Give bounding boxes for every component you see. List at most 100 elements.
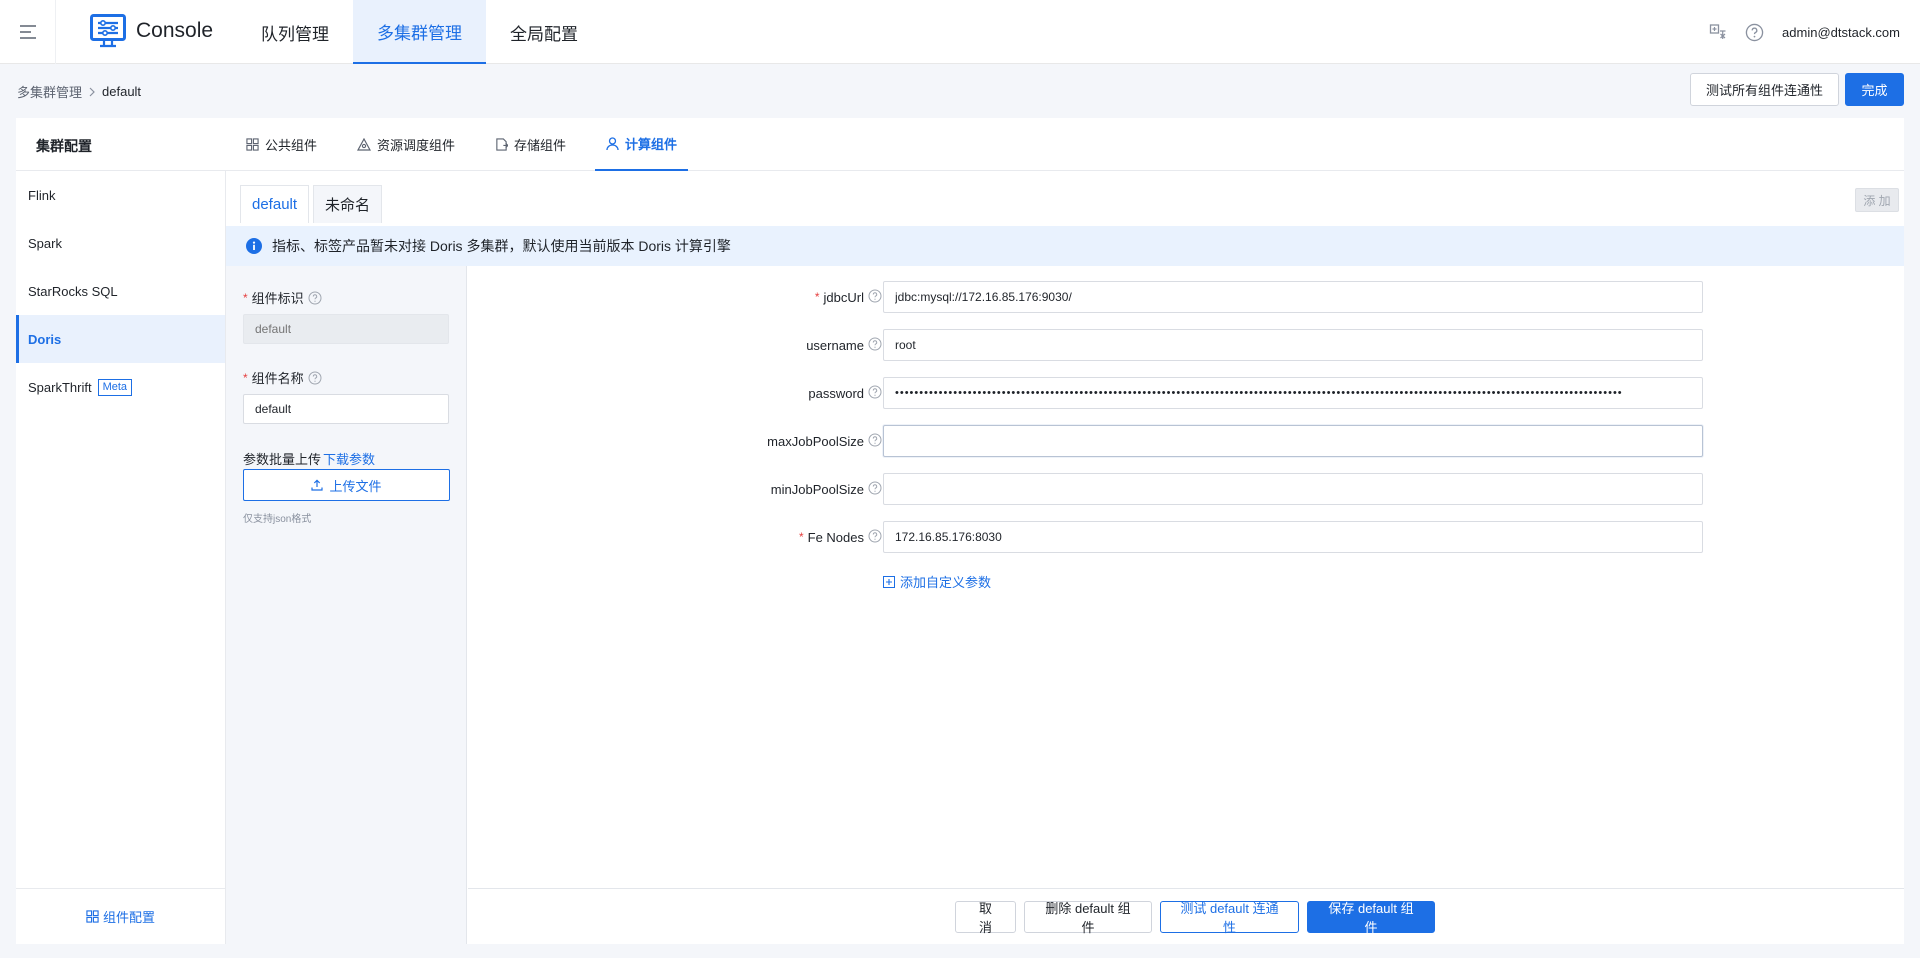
tab-storage-components[interactable]: 存储组件	[484, 118, 577, 171]
tab-common-components[interactable]: 公共组件	[235, 118, 328, 171]
component-config-label: 组件配置	[102, 910, 155, 925]
tab-label: 公共组件	[265, 138, 318, 153]
component-id-label-text: 组件标识	[251, 291, 304, 306]
component-type-tabs: 公共组件 资源调度组件 存储组件 计算组件	[235, 118, 706, 171]
maxjobpoolsize-label: maxJobPoolSize	[767, 433, 864, 449]
component-list: Flink Spark StarRocks SQL Doris SparkThr…	[16, 171, 226, 944]
help-icon[interactable]	[868, 481, 882, 495]
minjobpoolsize-input[interactable]	[883, 473, 1703, 505]
tab-unnamed[interactable]: 未命名	[313, 185, 383, 223]
fe-nodes-label: * Fe Nodes	[799, 521, 864, 553]
test-all-connectivity-button[interactable]: 测试所有组件连通性	[1690, 73, 1840, 106]
help-icon[interactable]	[868, 385, 882, 399]
required-mark: *	[243, 290, 248, 305]
list-item-flink[interactable]: Flink	[16, 171, 225, 219]
help-icon[interactable]	[1745, 23, 1764, 42]
help-icon[interactable]	[868, 529, 882, 543]
card-title: 集群配置	[36, 138, 92, 154]
jdbcurl-label-text: jdbcUrl	[823, 289, 864, 305]
password-input[interactable]	[883, 377, 1703, 409]
form-row-password: password	[468, 377, 1904, 409]
tab-default[interactable]: default	[240, 185, 310, 223]
instance-tabs: default 未命名	[240, 185, 386, 223]
top-right-tools: admin@dtstack.com	[1709, 0, 1900, 64]
alert-text: 指标、标签产品暂未对接 Doris 多集群，默认使用当前版本 Doris 计算引…	[272, 238, 731, 254]
console-logo-icon	[90, 14, 126, 48]
tab-resource-scheduling[interactable]: 资源调度组件	[346, 118, 466, 171]
form-row-username: username	[468, 329, 1904, 361]
component-config-button[interactable]: 组件配置	[16, 888, 225, 944]
component-content: default 未命名 添 加 指标、标签产品暂未对接 Doris 多集群，默认…	[226, 171, 1904, 944]
tab-label: 资源调度组件	[377, 138, 456, 153]
delete-component-button[interactable]: 删除 default 组件	[1024, 901, 1152, 935]
add-instance-button[interactable]: 添 加	[1855, 188, 1899, 212]
component-name-label: * 组件名称	[243, 368, 322, 387]
minjobpoolsize-label: minJobPoolSize	[770, 481, 864, 497]
list-item-doris[interactable]: Doris	[16, 315, 225, 363]
main-nav: 队列管理 多集群管理 全局配置	[237, 0, 602, 64]
logo-text: Console	[136, 19, 214, 42]
list-item-spark[interactable]: Spark	[16, 219, 225, 267]
tab-label: 存储组件	[514, 138, 567, 153]
component-id-input	[243, 314, 449, 344]
component-meta-panel: * 组件标识 * 组件名称 参数批量上传 下载参数 上传文件 仅支持json格式	[226, 266, 467, 944]
tab-compute-components[interactable]: 计算组件	[595, 118, 689, 171]
grid-icon	[86, 910, 99, 923]
hamburger-icon	[19, 25, 36, 39]
cluster-config-card: 集群配置 公共组件 资源调度组件 存储组件 计算组件 Flink Spark S…	[16, 118, 1904, 944]
download-params-link[interactable]: 下载参数	[323, 449, 375, 468]
fe-nodes-input[interactable]	[883, 521, 1703, 553]
batch-upload-label: 参数批量上传 下载参数	[243, 449, 375, 468]
component-name-label-text: 组件名称	[251, 371, 304, 386]
help-icon[interactable]	[868, 289, 882, 303]
chevron-right-icon	[88, 87, 96, 97]
nav-queue-management[interactable]: 队列管理	[237, 0, 353, 64]
form-row-jdbcurl: * jdbcUrl	[468, 281, 1904, 313]
component-name-input[interactable]	[243, 394, 449, 424]
component-id-label: * 组件标识	[243, 288, 322, 307]
list-item-starrocks-sql[interactable]: StarRocks SQL	[16, 267, 225, 315]
cancel-button[interactable]: 取 消	[955, 901, 1016, 935]
tab-label: 计算组件	[625, 137, 678, 152]
nav-multi-cluster-management[interactable]: 多集群管理	[353, 0, 486, 64]
jdbcurl-label: * jdbcUrl	[815, 281, 864, 313]
breadcrumb: 多集群管理 default	[17, 82, 141, 101]
list-item-sparkthrift[interactable]: SparkThrift Meta	[16, 363, 225, 411]
help-icon[interactable]	[308, 371, 322, 385]
save-component-button[interactable]: 保存 default 组件	[1307, 901, 1435, 935]
storage-icon	[495, 138, 509, 151]
form-action-bar: 取 消 删除 default 组件 测试 default 连通性 保存 defa…	[468, 888, 1904, 944]
breadcrumb-parent[interactable]: 多集群管理	[17, 82, 82, 101]
help-icon[interactable]	[868, 337, 882, 351]
form-row-maxjobpoolsize: maxJobPoolSize	[468, 425, 1904, 457]
upload-file-label: 上传文件	[329, 478, 382, 494]
menu-toggle-button[interactable]	[0, 0, 56, 64]
info-alert: 指标、标签产品暂未对接 Doris 多集群，默认使用当前版本 Doris 计算引…	[226, 226, 1904, 266]
username-label: username	[806, 337, 864, 353]
maxjobpoolsize-input[interactable]	[883, 425, 1703, 457]
fe-nodes-label-text: Fe Nodes	[807, 529, 864, 545]
jdbcurl-input[interactable]	[883, 281, 1703, 313]
upload-hint: 仅支持json格式	[243, 514, 312, 525]
test-connectivity-button[interactable]: 测试 default 连通性	[1160, 901, 1299, 935]
form-row-minjobpoolsize: minJobPoolSize	[468, 473, 1904, 505]
done-button[interactable]: 完成	[1845, 73, 1904, 106]
username-input[interactable]	[883, 329, 1703, 361]
user-icon	[606, 136, 619, 151]
app-logo[interactable]: Console	[90, 14, 213, 48]
component-params-form: *jdbcUrl username password maxJobPoolSiz…	[468, 266, 1904, 944]
card-header: 集群配置 公共组件 资源调度组件 存储组件 计算组件	[16, 118, 1904, 171]
translate-icon[interactable]	[1709, 23, 1727, 41]
password-label: password	[808, 385, 864, 401]
required-mark: *	[243, 370, 248, 385]
user-account[interactable]: admin@dtstack.com	[1782, 25, 1900, 40]
help-icon[interactable]	[308, 291, 322, 305]
batch-upload-label-text: 参数批量上传	[243, 452, 322, 467]
upload-file-button[interactable]: 上传文件	[243, 469, 450, 501]
top-bar: Console 队列管理 多集群管理 全局配置 admin@dtstack.co…	[0, 0, 1920, 64]
help-icon[interactable]	[868, 433, 882, 447]
nav-global-config[interactable]: 全局配置	[486, 0, 602, 64]
add-custom-param-label: 添加自定义参数	[900, 575, 992, 590]
upload-icon	[311, 479, 324, 491]
add-custom-param-button[interactable]: 添加自定义参数	[883, 572, 991, 591]
